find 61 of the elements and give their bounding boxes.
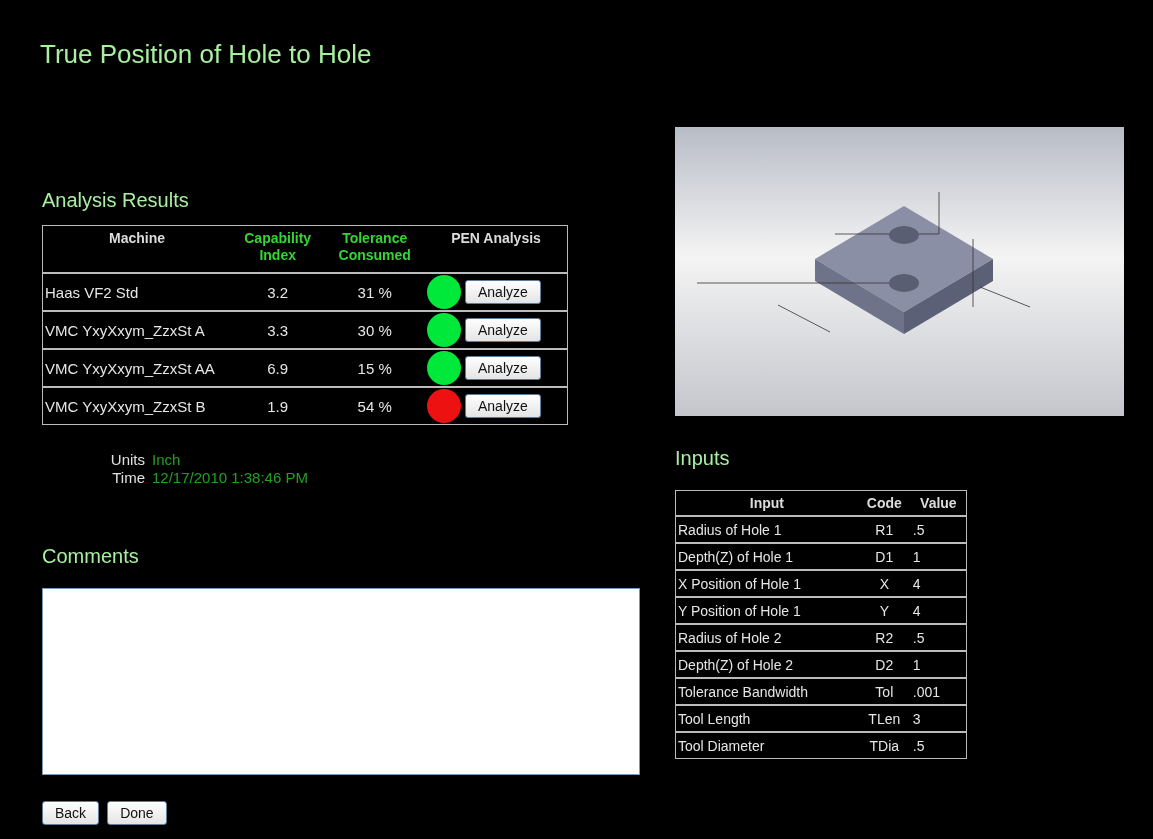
table-cell: R2 (857, 624, 911, 651)
table-cell: R1 (857, 516, 911, 543)
table-cell: D1 (857, 543, 911, 570)
column-header: Code (857, 490, 911, 516)
comments-field[interactable] (42, 588, 640, 775)
table-cell: D2 (857, 651, 911, 678)
table-cell: X Position of Hole 1 (675, 570, 858, 597)
meta-value: 12/17/2010 1:38:46 PM (152, 469, 308, 487)
column-header: Capability Index (231, 225, 325, 273)
meta-label: Time (111, 469, 145, 487)
table-cell: Y (857, 597, 911, 624)
analyze-button[interactable]: Analyze (465, 356, 541, 380)
table-cell: .5 (910, 732, 967, 759)
table-cell: Tol (857, 678, 911, 705)
column-header: Input (675, 490, 858, 516)
action-button[interactable]: Back (42, 801, 100, 825)
analyze-button[interactable]: Analyze (465, 280, 541, 304)
table-cell: VMC YxyXxym_ZzxSt B (42, 387, 231, 425)
table-cell: VMC YxyXxym_ZzxSt AA (42, 349, 231, 387)
table-cell: Tolerance Bandwidth (675, 678, 858, 705)
page-title: True Position of Hole to Hole (40, 38, 373, 70)
table-cell: Haas VF2 Std (42, 273, 231, 311)
table-cell: Depth(Z) of Hole 2 (675, 651, 858, 678)
table-cell: Radius of Hole 2 (675, 624, 858, 651)
table-cell: 3.3 (231, 311, 325, 349)
table-cell: 3 (910, 705, 967, 732)
table-cell: 30 % (324, 311, 425, 349)
analyze-button[interactable]: Analyze (465, 318, 541, 342)
table-cell: Y Position of Hole 1 (675, 597, 858, 624)
meta-label: Units (110, 451, 145, 469)
table-cell: 1 (910, 651, 967, 678)
table-cell: 54 % (324, 387, 425, 425)
table-cell: TLen (857, 705, 911, 732)
table-cell: VMC YxyXxym_ZzxSt A (42, 311, 231, 349)
table-cell: Tool Diameter (675, 732, 858, 759)
analyze-button[interactable]: Analyze (465, 394, 541, 418)
table-cell: Depth(Z) of Hole 1 (675, 543, 858, 570)
table-cell: 1.9 (231, 387, 325, 425)
column-header: Machine (42, 225, 231, 273)
table-cell: Radius of Hole 1 (675, 516, 858, 543)
section-heading: Inputs (675, 446, 731, 470)
table-cell: 3.2 (231, 273, 325, 311)
column-header: Value (910, 490, 967, 516)
table-cell: 15 % (324, 349, 425, 387)
table-cell: 4 (910, 597, 967, 624)
action-button[interactable]: Done (107, 801, 167, 825)
column-header: PEN Analysis (425, 225, 568, 273)
section-heading: Comments (42, 544, 140, 568)
table-cell: 6.9 (231, 349, 325, 387)
table-cell: 4 (910, 570, 967, 597)
meta-value: Inch (152, 451, 181, 469)
table-cell: 1 (910, 543, 967, 570)
table-cell: TDia (857, 732, 911, 759)
table-cell: Tool Length (675, 705, 858, 732)
table-cell: X (857, 570, 911, 597)
table-cell: .001 (910, 678, 967, 705)
table-cell: .5 (910, 516, 967, 543)
column-header: Tolerance Consumed (324, 225, 425, 273)
section-heading: Analysis Results (42, 188, 190, 212)
table-cell: .5 (910, 624, 967, 651)
table-cell: 31 % (324, 273, 425, 311)
